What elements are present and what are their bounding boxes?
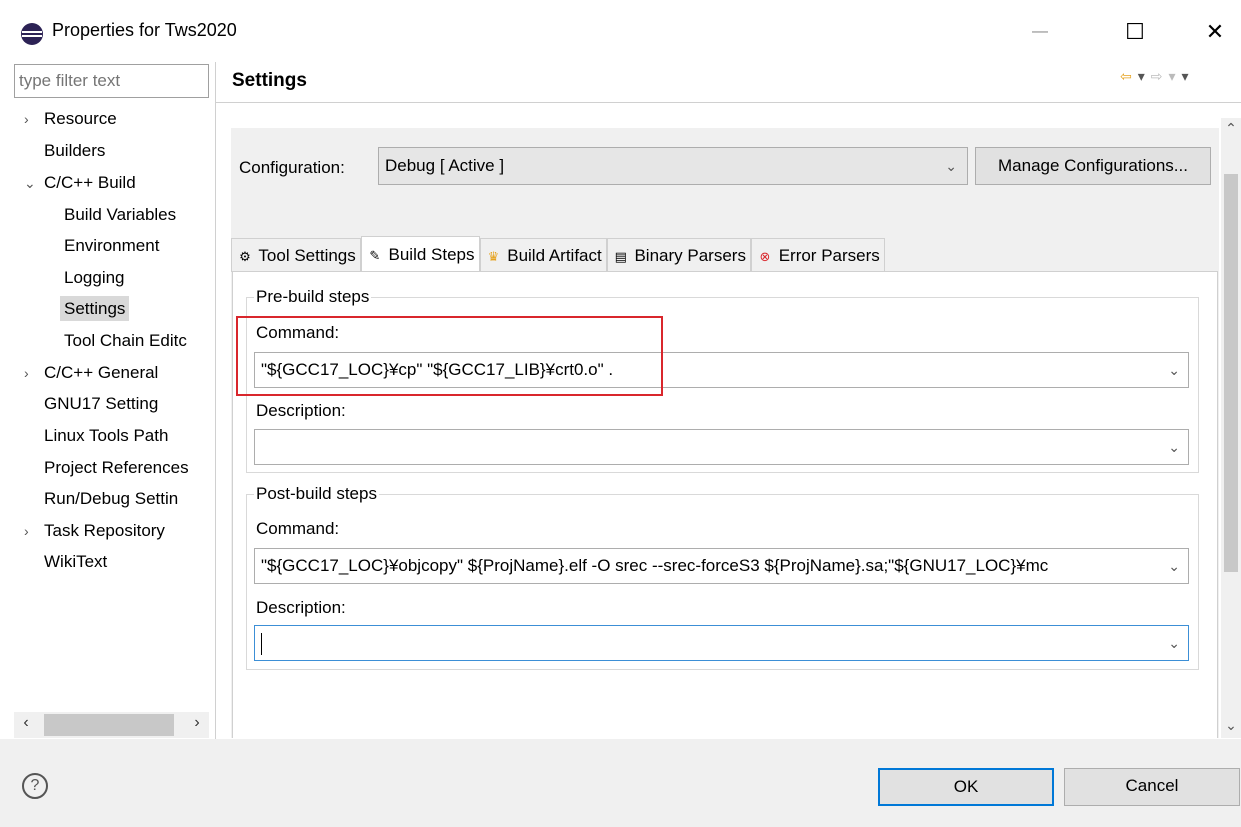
post-build-legend: Post-build steps <box>254 484 379 504</box>
build-steps-icon: ✎ <box>369 248 381 263</box>
tab-error-parsers[interactable]: ⊗ Error Parsers <box>750 238 885 272</box>
history-nav: ⇦ ▾ ⇨ ▾ ▾ <box>1120 68 1241 88</box>
back-menu-icon[interactable]: ▾ <box>1138 68 1145 84</box>
scroll-down-icon[interactable]: ⌄ <box>1221 717 1241 734</box>
post-build-description-input[interactable]: ⌄ <box>254 625 1189 661</box>
chevron-down-icon[interactable]: ⌄ <box>1164 362 1180 379</box>
pre-build-description-input[interactable]: ⌄ <box>254 429 1189 465</box>
chevron-down-icon[interactable]: ⌄ <box>1164 558 1180 575</box>
eclipse-icon <box>21 23 43 45</box>
tree-item-linux-tools-path[interactable]: Linux Tools Path <box>44 421 168 451</box>
maximize-icon: ☐ <box>1125 19 1145 44</box>
post-build-description-label: Description: <box>256 598 346 617</box>
header-divider <box>216 102 1241 103</box>
tree-item-tool-chain-editor[interactable]: Tool Chain Editc <box>64 326 187 356</box>
minimize-button[interactable]: — <box>1020 14 1060 50</box>
error-parsers-icon: ⊗ <box>759 249 771 264</box>
chevron-down-icon[interactable]: ⌄ <box>1164 635 1180 652</box>
tree-item-resource[interactable]: › Resource <box>24 104 117 134</box>
scroll-right-icon[interactable]: › <box>185 714 209 736</box>
configuration-label: Configuration: <box>239 158 345 177</box>
help-icon[interactable]: ? <box>22 773 48 799</box>
dialog-button-bar <box>0 739 1241 827</box>
page-title: Settings <box>232 70 307 91</box>
chevron-down-icon: ⌄ <box>945 158 957 174</box>
configuration-select[interactable]: Debug [ Active ] ⌄ <box>378 147 968 185</box>
back-arrow-icon[interactable]: ⇦ <box>1120 68 1132 84</box>
tool-settings-icon: ⚙ <box>239 249 251 264</box>
chevron-right-icon[interactable]: › <box>24 516 44 546</box>
tree-horizontal-scrollbar[interactable]: ‹ › <box>14 712 209 738</box>
ok-button[interactable]: OK <box>878 768 1054 806</box>
post-build-command-input[interactable]: "${GCC17_LOC}¥objcopy" ${ProjName}.elf -… <box>254 548 1189 584</box>
manage-configurations-button[interactable]: Manage Configurations... <box>975 147 1211 185</box>
view-menu-icon[interactable]: ▾ <box>1182 68 1189 84</box>
tree-item-logging[interactable]: Logging <box>64 263 125 293</box>
tree-item-build-variables[interactable]: Build Variables <box>64 200 176 230</box>
cancel-button[interactable]: Cancel <box>1064 768 1240 806</box>
tree-item-builders[interactable]: Builders <box>44 136 105 166</box>
binary-parsers-icon: ▤ <box>614 249 627 264</box>
scroll-up-icon[interactable]: ⌃ <box>1221 120 1241 137</box>
maximize-button[interactable]: ☐ <box>1115 14 1155 50</box>
property-tree: › Resource Builders ⌄ C/C++ Build Build Va… <box>0 102 215 712</box>
build-artifact-icon: ♛ <box>487 249 500 264</box>
filter-input[interactable] <box>14 64 209 98</box>
close-icon: ✕ <box>1205 19 1225 44</box>
highlight-annotation <box>236 316 663 396</box>
tree-item-wikitext[interactable]: WikiText <box>44 547 107 577</box>
close-button[interactable]: ✕ <box>1195 14 1235 50</box>
tab-tool-settings[interactable]: ⚙ Tool Settings <box>231 238 361 272</box>
tree-item-gnu17-setting[interactable]: GNU17 Setting <box>44 389 158 419</box>
tree-item-run-debug-settings[interactable]: Run/Debug Settin <box>44 484 178 514</box>
window-title: Properties for Tws2020 <box>52 20 237 40</box>
content-vertical-scrollbar[interactable]: ⌃ ⌄ <box>1221 118 1241 738</box>
text-caret <box>261 633 262 655</box>
pre-build-description-label: Description: <box>256 401 346 420</box>
forward-arrow-icon[interactable]: ⇨ <box>1151 68 1163 84</box>
forward-menu-icon[interactable]: ▾ <box>1169 68 1176 84</box>
minimize-icon: — <box>1032 23 1048 40</box>
scrollbar-thumb[interactable] <box>44 714 174 736</box>
tree-item-task-repository[interactable]: › Task Repository <box>24 516 165 546</box>
tab-build-artifact[interactable]: ♛ Build Artifact <box>479 238 607 272</box>
tree-item-environment[interactable]: Environment <box>64 231 159 261</box>
title-bar: Properties for Tws2020 — ☐ ✕ <box>0 0 1241 62</box>
post-build-command-label: Command: <box>256 519 340 538</box>
chevron-down-icon[interactable]: ⌄ <box>1164 439 1180 456</box>
chevron-right-icon[interactable]: › <box>24 104 44 134</box>
tree-item-cpp-general[interactable]: › C/C++ General <box>24 358 158 388</box>
tree-item-settings[interactable]: Settings <box>60 294 130 324</box>
tab-binary-parsers[interactable]: ▤ Binary Parsers <box>606 238 751 272</box>
settings-tabs: ⚙ Tool Settings ✎ Build Steps ♛ Build Ar… <box>231 236 885 272</box>
chevron-down-icon[interactable]: ⌄ <box>24 168 44 198</box>
pane-divider[interactable] <box>215 62 216 739</box>
scrollbar-thumb[interactable] <box>1224 174 1238 572</box>
scroll-left-icon[interactable]: ‹ <box>14 714 38 736</box>
pre-build-legend: Pre-build steps <box>254 287 372 307</box>
tree-item-cpp-build[interactable]: ⌄ C/C++ Build <box>24 168 136 198</box>
tree-item-project-references[interactable]: Project References <box>44 453 189 483</box>
chevron-right-icon[interactable]: › <box>24 358 44 388</box>
tab-build-steps[interactable]: ✎ Build Steps <box>360 236 480 272</box>
